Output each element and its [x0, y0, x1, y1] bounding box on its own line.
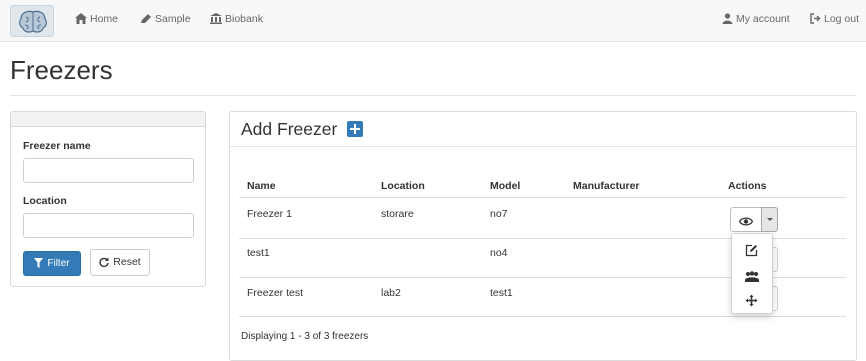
filter-button[interactable]: Filter [23, 251, 81, 276]
column-header-location: Location [381, 180, 425, 192]
funnel-icon [34, 258, 47, 269]
row-3-model: test1 [490, 287, 513, 299]
home-icon [75, 13, 90, 25]
pagination-summary: Displaying 1 - 3 of 3 freezers [241, 331, 369, 342]
freezers-panel: Add Freezer Name Location Model Manufact… [229, 111, 857, 361]
sign-out-icon [810, 13, 824, 25]
edit-icon[interactable] [745, 244, 758, 262]
user-icon [722, 13, 736, 25]
nav-account-link[interactable]: My account [722, 13, 790, 25]
row-divider [239, 316, 846, 317]
actions-dropdown-toggle[interactable] [761, 207, 778, 232]
row-2-model: no4 [490, 247, 508, 259]
title-divider [10, 95, 856, 96]
column-header-actions: Actions [728, 180, 767, 192]
row-1-name: Freezer 1 [247, 208, 292, 220]
freezer-name-label: Freezer name [23, 140, 91, 152]
column-header-name: Name [247, 180, 276, 192]
filter-panel-header [11, 112, 205, 127]
header-divider [239, 197, 846, 198]
view-button[interactable] [730, 207, 762, 232]
pipette-icon [140, 13, 155, 25]
bank-icon [210, 13, 225, 25]
nav-account-label: My account [736, 13, 790, 25]
nav-home-link[interactable]: Home [75, 13, 118, 25]
reset-button[interactable]: Reset [90, 249, 150, 276]
freezer-name-input[interactable] [23, 158, 194, 183]
nav-biobank-link[interactable]: Biobank [210, 13, 263, 25]
add-freezer-title: Add Freezer [241, 119, 338, 139]
plus-square-icon[interactable] [347, 121, 363, 137]
nav-sample-link[interactable]: Sample [140, 13, 191, 25]
nav-logout-link[interactable]: Log out [810, 13, 859, 25]
nav-sample-label: Sample [155, 13, 191, 25]
top-navbar: Home Sample Biobank My account Log out [0, 0, 866, 42]
refresh-icon [99, 256, 113, 268]
nav-logout-label: Log out [824, 13, 860, 25]
page-title: Freezers [10, 55, 113, 85]
panel-header: Add Freezer [230, 112, 856, 147]
row-3-location: lab2 [381, 287, 401, 299]
row-1-actions [730, 207, 778, 232]
row-3-name: Freezer test [247, 287, 304, 299]
brain-logo-icon[interactable] [10, 5, 54, 37]
nav-home-label: Home [90, 13, 119, 25]
actions-dropdown-menu [731, 233, 773, 314]
row-1-location: storare [381, 208, 414, 220]
group-icon[interactable] [745, 270, 759, 288]
row-2-name: test1 [247, 247, 270, 259]
reset-button-label: Reset [113, 256, 141, 268]
column-header-model: Model [490, 180, 521, 192]
location-label: Location [23, 195, 67, 207]
nav-biobank-label: Biobank [225, 13, 263, 25]
filter-button-label: Filter [47, 258, 70, 269]
location-input[interactable] [23, 213, 194, 238]
eye-icon [738, 214, 754, 232]
row-1-model: no7 [490, 208, 508, 220]
column-header-manufacturer: Manufacturer [573, 180, 640, 192]
move-icon[interactable] [745, 294, 758, 312]
filter-panel: Freezer name Location Filter Reset [10, 111, 206, 287]
